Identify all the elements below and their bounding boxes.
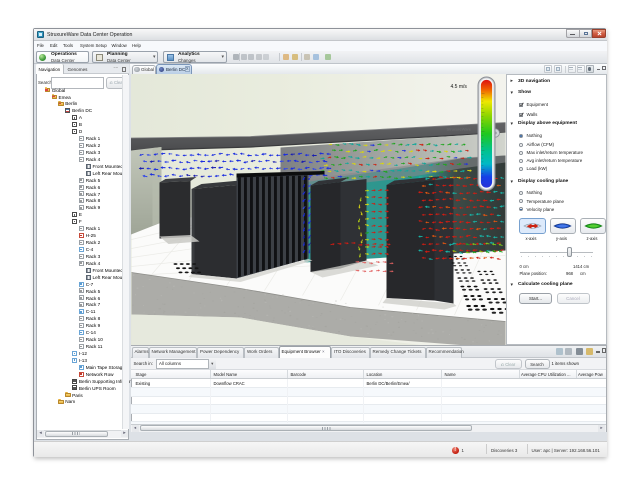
svg-text:4.5 m/s: 4.5 m/s — [450, 84, 467, 90]
svg-text:StruxureWare: StruxureWare — [446, 126, 471, 131]
